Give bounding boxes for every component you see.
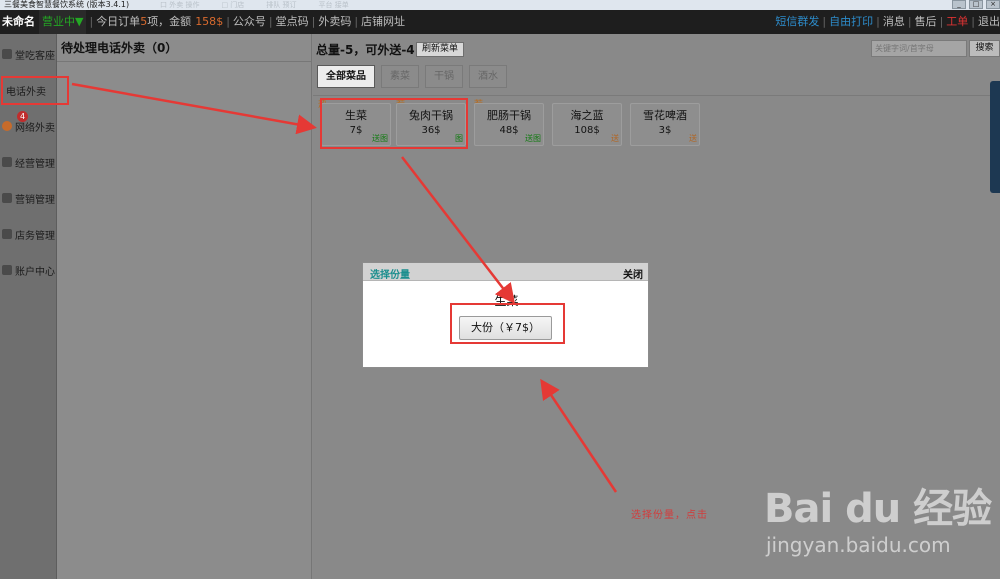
category-tabs: 全部菜品 素菜 干锅 酒水 [317,65,507,88]
dialog-close-button[interactable]: 关闭 [623,266,643,281]
dish-name: 雪花啤酒 [643,109,687,122]
currency-symbol: $ [216,15,224,28]
app-title: 三餐美食智慧餐饮系统 (版本3.4.1) [4,0,130,9]
menu-summary: 总量-5，可外送-4 [316,43,415,57]
account-icon [2,265,12,275]
dish-card[interactable]: 海之蓝 108$ 送 [552,103,622,146]
baidu-watermark-logo: Bai du 经验 [764,486,992,532]
dish-name: 肥肠干锅 [487,109,531,122]
after-sales-link[interactable]: 售后 [915,10,937,34]
window-title-bar: 三餐美食智慧餐饮系统 (版本3.4.1) 口 外卖 操作 □ 门店 排队 预订 … [0,0,1000,10]
tab-divider [313,95,1000,96]
annotation-highlight-box [1,76,69,105]
left-nav: 堂吃客座 电话外卖 网络外卖 经营管理 营销管理 店务管理 账户中心 [0,34,57,579]
free-print-link[interactable]: 自由打印 [829,10,873,34]
nav-item-account[interactable]: 账户中心 [0,257,57,283]
close-window-icon[interactable]: × [986,0,1000,9]
nav-item-business[interactable]: 经营管理 [0,149,57,175]
today-orders-count: 5 [140,15,148,28]
nav-item-dine-in[interactable]: 堂吃客座 [0,41,57,67]
dialog-title: 选择份量 [370,270,410,281]
nav-item-label: 堂吃客座 [15,50,55,62]
tab-dry-pot[interactable]: 干锅 [425,65,463,88]
nav-item-label: 账户中心 [15,266,55,278]
sms-broadcast-link[interactable]: 短信群发 [775,10,819,34]
nav-item-label: 经营管理 [15,158,55,170]
messages-link[interactable]: 消息 [883,10,905,34]
menu-item-wechat[interactable]: 公众号 [233,10,266,34]
ghost-toolbar: 口 外卖 操作 □ 门店 排队 预订 平台 接单 [160,0,349,10]
annotation-note: 选择份量，点击 [631,510,708,521]
pending-orders-title: 待处理电话外卖（0） [57,34,311,62]
tab-drinks[interactable]: 酒水 [469,65,507,88]
nav-item-online-delivery[interactable]: 网络外卖 [0,113,57,139]
ghost-tab: 平台 接单 [318,1,349,9]
online-delivery-badge: 4 [17,111,28,122]
dish-tag: 送 [611,134,619,143]
ghost-tab: 排队 预订 [266,1,297,9]
today-orders-label: 今日订单 [96,15,141,28]
tab-all-dishes[interactable]: 全部菜品 [317,65,375,88]
orders-unit: 项，金额 [147,15,192,28]
nav-item-marketing[interactable]: 营销管理 [0,185,57,211]
logout-link[interactable]: 退出 [978,10,1000,34]
marketing-icon [2,193,12,203]
ghost-tab: 口 外卖 操作 [160,1,200,9]
pending-orders-panel: 待处理电话外卖（0） [57,34,312,579]
refresh-menu-button[interactable]: 刷新菜单 [416,42,464,57]
dish-tag: 送 [689,134,697,143]
menu-item-delivery-code[interactable]: 外卖码 [318,10,351,34]
menu-item-dine-code[interactable]: 堂点码 [276,10,309,34]
dish-card[interactable]: 雪花啤酒 3$ 送 [630,103,700,146]
annotation-highlight-box [450,303,565,344]
window-controls: _ □ × [952,0,1000,9]
maximize-icon[interactable]: □ [969,0,983,9]
dine-in-icon [2,49,12,59]
top-menu-bar: 未命名 营业中▼ | 今日订单 5 项，金额 158 $ | 公众号 | 堂点码… [0,10,1000,34]
nav-item-store[interactable]: 店务管理 [0,221,57,247]
work-order-link[interactable]: 工单 [946,10,968,34]
baidu-watermark-url: jingyan.baidu.com [766,533,951,557]
annotation-highlight-box [320,98,468,149]
nav-item-label: 营销管理 [15,194,55,206]
ghost-tab: □ 门店 [221,1,245,9]
menu-item-store-url[interactable]: 店铺网址 [361,10,405,34]
store-icon [2,229,12,239]
minimize-icon[interactable]: _ [952,0,966,9]
today-amount: 158 [195,15,217,28]
business-icon [2,157,12,167]
dish-card[interactable]: 肥肠干锅 48$ 送图 [474,103,544,146]
search-button[interactable]: 搜索 [969,40,1000,57]
dialog-header: 选择份量 关闭 [363,263,648,281]
dish-tag: 送图 [525,134,541,143]
nav-item-label: 店务管理 [15,230,55,242]
store-name[interactable]: 未命名 [0,10,39,34]
business-status-dropdown[interactable]: 营业中▼ [39,10,87,34]
dish-name: 海之蓝 [570,109,604,122]
side-service-tab[interactable] [990,81,1000,193]
tab-vegetables[interactable]: 素菜 [381,65,419,88]
menubar-right-links: 短信群发 | 自由打印 | 消息 | 售后 | 工单 | 退出 [775,10,1000,34]
web-delivery-icon [2,121,12,131]
search-input[interactable] [871,40,967,57]
